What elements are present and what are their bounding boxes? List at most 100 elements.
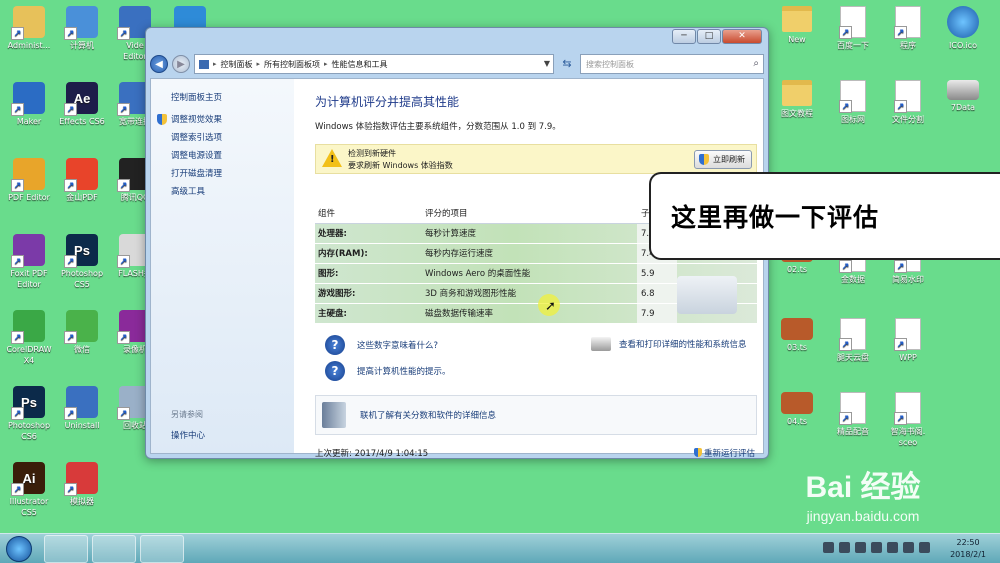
document-icon xyxy=(894,392,921,425)
uninstall-icon xyxy=(64,386,98,420)
row-component: 主硬盘: xyxy=(318,309,347,319)
foxit-icon xyxy=(11,234,45,268)
tray-icon[interactable] xyxy=(855,542,866,553)
document-icon xyxy=(839,318,866,351)
desktop-icon[interactable]: ICO.ico xyxy=(928,6,998,51)
search-icon[interactable]: ⌕ xyxy=(753,58,759,69)
see-also-heading: 另请参阅 xyxy=(171,410,203,419)
wechat-icon xyxy=(64,310,98,344)
watermark-url: jingyan.baidu.com xyxy=(806,508,920,524)
sidebar: 控制面板主页 调整视觉效果 调整索引选项 调整电源设置 打开磁盘清理 高级工具 … xyxy=(151,79,294,453)
sidebar-item-disk-cleanup[interactable]: 打开磁盘清理 xyxy=(171,165,294,183)
close-button[interactable]: ✕ xyxy=(722,29,762,44)
refresh-icon[interactable]: ⇆ xyxy=(558,54,576,74)
navigation-bar: ◀ ▶ ▸ 控制面板 ▸ 所有控制面板项 ▸ 性能信息和工具 ▼ ⇆ 搜索控制面… xyxy=(150,52,764,76)
row-subscore: 7.9 xyxy=(637,304,677,323)
document-icon xyxy=(894,80,921,113)
sidebar-item-index-options[interactable]: 调整索引选项 xyxy=(171,129,294,147)
breadcrumb-separator: ▸ xyxy=(213,60,217,68)
user-folder-icon xyxy=(11,6,45,40)
video-file-icon xyxy=(781,392,813,414)
desktop-icon-label: 智海书阁. sceo xyxy=(890,427,926,447)
desktop-icon-label: ICO.ico xyxy=(949,41,977,50)
breadcrumb-separator: ▸ xyxy=(324,60,328,68)
row-component: 游戏图形: xyxy=(318,289,356,299)
action-center-link[interactable]: 操作中心 xyxy=(171,427,205,445)
emulator-icon xyxy=(64,462,98,496)
back-button[interactable]: ◀ xyxy=(150,55,168,73)
row-component: 处理器: xyxy=(318,229,347,239)
drive-icon xyxy=(947,80,979,100)
breadcrumb-separator: ▸ xyxy=(256,60,261,68)
tray-icon[interactable] xyxy=(839,542,850,553)
network-icon[interactable] xyxy=(903,542,914,553)
minimize-button[interactable]: ─ xyxy=(672,29,696,44)
address-bar[interactable]: ▸ 控制面板 ▸ 所有控制面板项 ▸ 性能信息和工具 ▼ xyxy=(194,54,554,74)
page-subtitle: Windows 体验指数评估主要系统组件，分数范围从 1.0 到 7.9。 xyxy=(315,122,561,132)
taskbar-ie-icon[interactable] xyxy=(44,535,88,563)
window-content: 控制面板主页 调整视觉效果 调整索引选项 调整电源设置 打开磁盘清理 高级工具 … xyxy=(150,78,764,459)
clock[interactable]: 22:50 2018/2/1 xyxy=(950,537,986,561)
sidebar-item-power-settings[interactable]: 调整电源设置 xyxy=(171,147,294,165)
desktop-icon[interactable]: 模拟器 xyxy=(47,462,117,507)
print-details-label: 查看和打印详细的性能和系统信息 xyxy=(619,340,747,350)
baidu-watermark: Bai 经验 jingyan.baidu.com xyxy=(768,462,958,524)
shield-icon xyxy=(157,114,167,125)
tray-icon[interactable] xyxy=(871,542,882,553)
sidebar-item-label: 调整视觉效果 xyxy=(171,115,223,125)
learn-online-box[interactable]: 联机了解有关分数和软件的详细信息 xyxy=(315,395,757,435)
desktop-icon-label: 文件分割 xyxy=(892,115,924,124)
row-rated-item: Windows Aero 的桌面性能 xyxy=(425,269,531,279)
desktop-icon[interactable]: WPP xyxy=(873,318,943,363)
breadcrumb-item[interactable]: 所有控制面板项 xyxy=(264,59,320,70)
control-panel-icon xyxy=(199,59,209,69)
sidebar-item-home[interactable]: 控制面板主页 xyxy=(171,89,294,107)
sidebar-item-visual-effects[interactable]: 调整视觉效果 xyxy=(157,111,294,129)
learn-online-label: 联机了解有关分数和软件的详细信息 xyxy=(360,411,497,421)
header-rated-item: 评分的项目 xyxy=(425,209,468,219)
desktop-icon[interactable]: 智海书阁. sceo xyxy=(873,392,943,448)
tray-icon[interactable] xyxy=(823,542,834,553)
start-button[interactable] xyxy=(6,536,32,562)
desktop-icon[interactable]: 7Data xyxy=(928,80,998,113)
forward-button[interactable]: ▶ xyxy=(172,55,190,73)
row-subscore: 5.9 xyxy=(637,264,677,283)
system-tray xyxy=(823,542,930,553)
bluetooth-icon[interactable] xyxy=(919,542,930,553)
desktop-icon-label: 模拟器 xyxy=(70,497,94,506)
desktop-icon-label: 简易水印 xyxy=(892,275,924,284)
help-link-meaning-label: 这些数字意味着什么? xyxy=(357,341,439,351)
chevron-down-icon[interactable]: ▼ xyxy=(544,59,550,68)
row-component: 图形: xyxy=(318,269,339,279)
question-icon: ? xyxy=(325,335,345,355)
document-icon xyxy=(894,318,921,351)
help-link-meaning[interactable]: ? 这些数字意味着什么? xyxy=(325,335,438,355)
print-details-link[interactable]: 查看和打印详细的性能和系统信息 xyxy=(591,337,747,351)
sidebar-item-advanced-tools[interactable]: 高级工具 xyxy=(171,183,294,201)
mouse-cursor-icon: ➚ xyxy=(545,299,556,314)
document-icon xyxy=(839,392,866,425)
question-icon: ? xyxy=(325,361,345,381)
volume-icon[interactable] xyxy=(887,542,898,553)
base-score-badge xyxy=(677,276,737,314)
refresh-now-label: 立即刷新 xyxy=(713,155,745,164)
maximize-button[interactable]: □ xyxy=(697,29,721,44)
clock-time: 22:50 xyxy=(956,538,980,547)
page-title: 为计算机评分并提高其性能 xyxy=(315,95,460,109)
help-link-tips[interactable]: ? 提高计算机性能的提示。 xyxy=(325,361,451,381)
last-update-text: 上次更新: 2017/4/9 1:04:15 xyxy=(315,449,429,459)
rerun-assessment-link[interactable]: 重新运行评估 xyxy=(694,447,755,459)
watermark-brand: Bai 经验 xyxy=(805,471,921,504)
breadcrumb-item[interactable]: 控制面板 xyxy=(221,59,253,70)
printer-icon xyxy=(591,337,611,351)
desktop-icon-label: WPP xyxy=(899,353,917,362)
breadcrumb-item[interactable]: 性能信息和工具 xyxy=(332,59,388,70)
taskbar-maxthon-icon[interactable] xyxy=(92,535,136,563)
pdf-editor-icon xyxy=(11,158,45,192)
desktop-icon-label: 7Data xyxy=(950,103,976,112)
taskbar-control-panel-icon[interactable] xyxy=(140,535,184,563)
footer: 上次更新: 2017/4/9 1:04:15 重新运行评估 xyxy=(315,447,757,459)
taskbar: 22:50 2018/2/1 xyxy=(0,533,1000,563)
search-input[interactable]: 搜索控制面板 ⌕ xyxy=(580,54,764,74)
refresh-now-button[interactable]: 立即刷新 xyxy=(694,150,752,169)
